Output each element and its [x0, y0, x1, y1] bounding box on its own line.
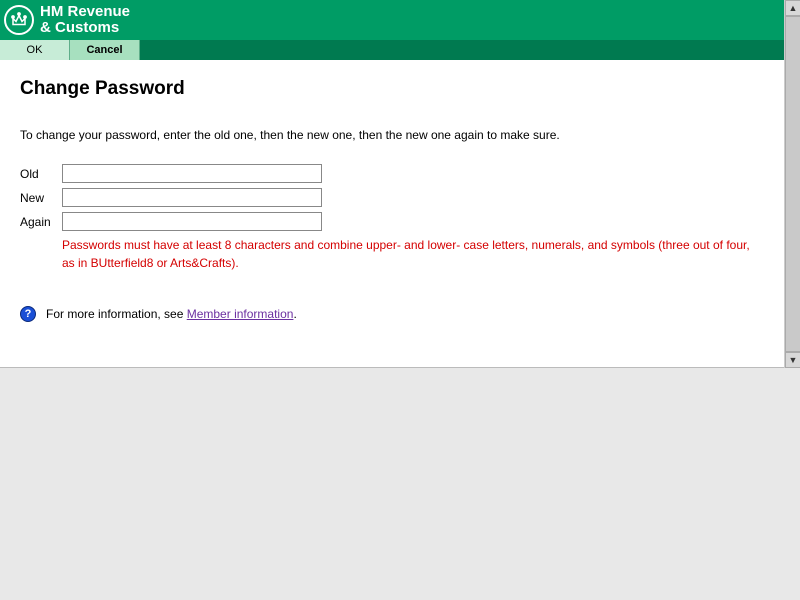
info-row: ? For more information, see Member infor…: [20, 306, 780, 322]
password-hint: Passwords must have at least 8 character…: [62, 236, 762, 272]
member-information-link[interactable]: Member information: [187, 307, 294, 321]
new-password-input[interactable]: [62, 188, 322, 207]
cancel-button[interactable]: Cancel: [70, 40, 140, 60]
scroll-up-button[interactable]: ▲: [785, 0, 800, 16]
info-text: For more information, see Member informa…: [46, 307, 297, 321]
again-password-row: Again: [20, 212, 780, 231]
ok-button[interactable]: OK: [0, 40, 70, 60]
old-password-label: Old: [20, 167, 62, 181]
instruction-text: To change your password, enter the old o…: [20, 128, 780, 142]
brand-line2: & Customs: [40, 20, 130, 36]
brand-logo: HM Revenue & Customs: [4, 4, 130, 36]
new-password-label: New: [20, 191, 62, 205]
info-suffix: .: [293, 307, 296, 321]
page-title: Change Password: [20, 78, 780, 100]
crown-icon: [4, 5, 34, 35]
info-prefix: For more information, see: [46, 307, 187, 321]
scroll-thumb[interactable]: [785, 16, 800, 352]
brand-header: HM Revenue & Customs: [0, 0, 800, 40]
old-password-input[interactable]: [62, 164, 322, 183]
vertical-scrollbar[interactable]: ▲ ▼: [784, 0, 800, 368]
old-password-row: Old: [20, 164, 780, 183]
again-password-input[interactable]: [62, 212, 322, 231]
new-password-row: New: [20, 188, 780, 207]
content-panel: Change Password To change your password,…: [0, 60, 800, 368]
again-password-label: Again: [20, 215, 62, 229]
scroll-down-button[interactable]: ▼: [785, 352, 800, 368]
info-icon: ?: [20, 306, 36, 322]
brand-line1: HM Revenue: [40, 4, 130, 20]
action-toolbar: OK Cancel: [0, 40, 800, 60]
